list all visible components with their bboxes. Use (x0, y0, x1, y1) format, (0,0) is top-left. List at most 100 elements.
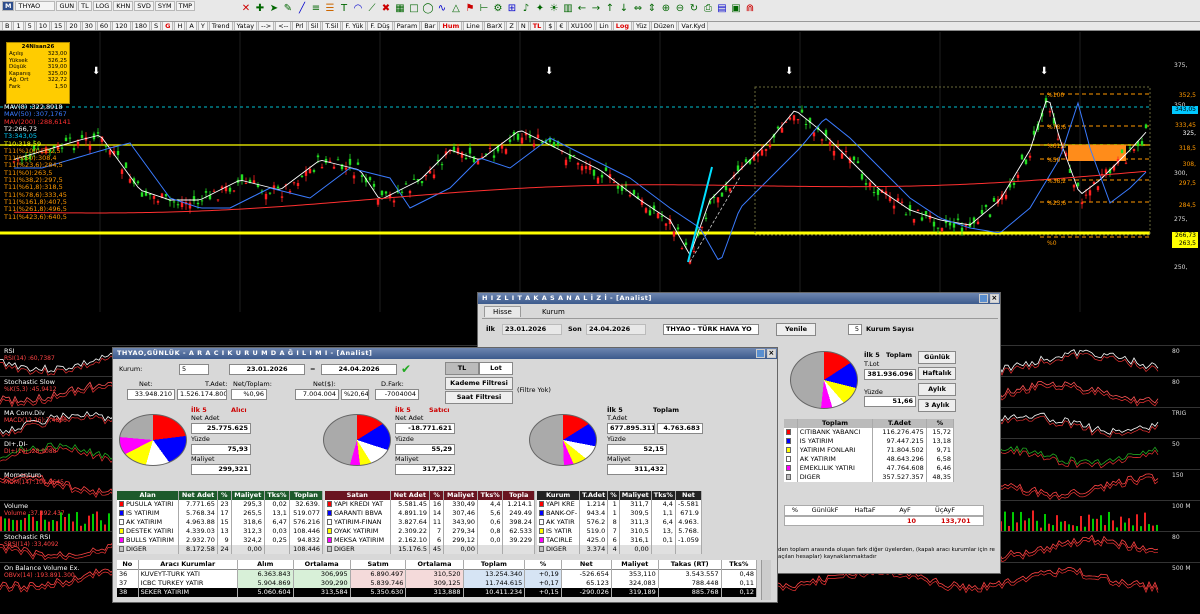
tab-hisse[interactable]: Hisse (484, 306, 521, 317)
start-date-field[interactable]: 23.01.2026 (502, 324, 562, 335)
table-row[interactable]: YAPI KREDI YAT 5.581.45 16 330,49 4,4 1.214.1 (325, 500, 535, 509)
tool-button-11[interactable]: Hum (439, 22, 463, 30)
broker-count-field[interactable]: 5 (848, 324, 862, 335)
layout-icon[interactable]: ▥ (562, 3, 574, 15)
broker-list-col[interactable]: Alım (237, 560, 294, 570)
tool-button-17[interactable]: $ (545, 22, 556, 30)
broker-list-col[interactable]: % (524, 560, 562, 570)
up-arrow-icon[interactable]: ↑ (604, 3, 616, 15)
cursor-icon[interactable]: ➤ (268, 3, 280, 15)
bell-icon[interactable]: ♪ (520, 3, 532, 15)
wave-icon[interactable]: ∿ (436, 3, 448, 15)
down-arrow-icon[interactable]: ↓ (618, 3, 630, 15)
table-row[interactable]: CITIBANK YABANCI 116.276.475 15,72 (784, 428, 955, 437)
apply-check-icon[interactable]: ✔ (401, 362, 411, 376)
tool-button-15[interactable]: N (517, 22, 529, 30)
table-row[interactable]: BANK-OF- 943.4 1 309,5 1,1 671.9 (537, 509, 702, 518)
kurum-count-field[interactable]: 5 (179, 364, 209, 375)
toolbar-button-gun[interactable]: GUN (56, 1, 78, 11)
ruler-icon[interactable]: ⊢ (478, 3, 490, 15)
broker-list-col[interactable]: Ortalama (405, 560, 464, 570)
tool-button-22[interactable]: Yüz (633, 22, 650, 30)
triangle-icon[interactable]: △ (450, 3, 462, 15)
right-arrow-icon[interactable]: → (590, 3, 602, 15)
grid-icon[interactable]: ▦ (394, 3, 406, 15)
broker-list-row[interactable]: 36 KUVEYT-TURK YATI 6.363.843 306,995 6.890.… (117, 569, 758, 579)
flag-icon[interactable]: ⚑ (464, 3, 476, 15)
broker-list-col[interactable]: Aracı Kurumlar (138, 560, 238, 570)
broker-list-col[interactable]: Net (561, 560, 612, 570)
table-row[interactable]: TACIRLE 425.0 6 316,1 0,1 -1.059 (537, 536, 702, 545)
zoom-out-icon[interactable]: ⊖ (674, 3, 686, 15)
table-row[interactable]: YATIRIM FONLARI 71.804.502 9,71 (784, 446, 955, 455)
zoom-in-icon[interactable]: ⊕ (660, 3, 672, 15)
channel-icon[interactable]: ≡ (310, 3, 322, 15)
table-row[interactable]: IS YATIRIM 5.768.34 17 265,5 13,1 519.077 (117, 509, 324, 518)
period-5[interactable]: 5 (24, 22, 35, 30)
broker-list-col[interactable]: Tks% (721, 560, 758, 570)
line-icon[interactable]: ╱ (296, 3, 308, 15)
table-row[interactable]: DESTEK YATIRI 4.339.03 13 312,3 0,03 108.446 (117, 527, 324, 536)
expand-icon[interactable]: ⇔ (632, 3, 644, 15)
save-icon[interactable]: ▣ (730, 3, 742, 15)
tab-kurum[interactable]: Kurum (534, 307, 573, 317)
tool-button-16[interactable]: TL (529, 22, 545, 30)
table-row[interactable]: PUSULA YATIRI 7.771.65 23 295,3 0,02 32.639. (117, 500, 324, 509)
table-row[interactable]: AK YATIR 576.2 8 311,3 6,4 4.963. (537, 518, 702, 527)
zoom-icon[interactable]: ✕ (240, 3, 252, 15)
tool-button-0[interactable]: Trend (208, 22, 233, 30)
broker-list-row[interactable]: 38 SEKER YATIRIM 5.060.604 313,584 5.350.630… (117, 588, 758, 597)
lock-icon[interactable]: ⊞ (506, 3, 518, 15)
broker-list-col[interactable]: Takas (RT) (658, 560, 722, 570)
broker-list-col[interactable]: Maliyet (611, 560, 659, 570)
end-date-field[interactable]: 24.04.2026 (321, 364, 397, 375)
period-1[interactable]: 1 (13, 22, 24, 30)
pencil-icon[interactable]: ✎ (282, 3, 294, 15)
ellipse-icon[interactable]: ◯ (422, 3, 434, 15)
help-icon[interactable] (756, 349, 765, 358)
period-180[interactable]: 180 (131, 22, 150, 30)
toolbar-button-sym[interactable]: SYM (154, 1, 175, 11)
chart-icon[interactable]: ▤ (716, 3, 728, 15)
tool-button-23[interactable]: Düzen (650, 22, 678, 30)
tool-button-3[interactable]: <-- (275, 22, 292, 30)
toolbar-button-log[interactable]: LOG (92, 1, 113, 11)
menu-button[interactable]: M (2, 1, 15, 11)
tool-button-9[interactable]: Param (393, 22, 421, 30)
tool-button-18[interactable]: € (556, 22, 567, 30)
square-icon[interactable]: □ (408, 3, 420, 15)
arc-icon[interactable]: ◠ (352, 3, 364, 15)
tool-button-13[interactable]: BarX (483, 22, 506, 30)
print-icon[interactable]: ⎙ (702, 3, 714, 15)
period-10[interactable]: 10 (35, 22, 51, 30)
table-row[interactable]: GARANTI BBVA 4.891.19 14 307,46 5,6 249.49 (325, 509, 535, 518)
tool-button-19[interactable]: XU100 (567, 22, 596, 30)
broker-list-col[interactable]: No (117, 560, 139, 570)
period-b[interactable]: B (2, 22, 13, 30)
table-row[interactable]: DIGER 357.527.357 48,35 (784, 473, 955, 482)
period-h[interactable]: H (174, 22, 186, 30)
tool-button-6[interactable]: T.Sil (322, 22, 342, 30)
sun-icon[interactable]: ☀ (548, 3, 560, 15)
toolbar-button-tl[interactable]: TL (78, 1, 92, 11)
tool-button-24[interactable]: Var.Kyd (678, 22, 709, 30)
broker-list-row[interactable]: 37 ICBC TURKEY YATIR 5.904.869 309,290 5.839… (117, 579, 758, 588)
start-date-field[interactable]: 23.01.2026 (229, 364, 305, 375)
settings-icon[interactable]: ⚙ (492, 3, 504, 15)
tl-toggle[interactable]: TL (445, 362, 479, 375)
tool-button-7[interactable]: F. Yük (342, 22, 367, 30)
broker-list-col[interactable]: Ortalama (293, 560, 351, 570)
toolbar-button-svd[interactable]: SVD (134, 1, 154, 11)
star-icon[interactable]: ✦ (534, 3, 546, 15)
daily-button[interactable]: Günlük (918, 351, 956, 364)
text-icon[interactable]: T (338, 3, 350, 15)
tool-button-1[interactable]: Yatay (233, 22, 258, 30)
toolbar-button-tmp[interactable]: TMP (175, 1, 196, 11)
table-row[interactable]: DIGER 15.176.5 45 0,00 (325, 545, 535, 554)
close-icon[interactable]: × (767, 349, 776, 358)
lot-toggle[interactable]: Lot (479, 362, 513, 375)
tool-button-8[interactable]: F. Düş (367, 22, 393, 30)
broker-list-col[interactable]: Satım (350, 560, 407, 570)
hour-filter-button[interactable]: Saat Filtresi (445, 391, 513, 404)
table-row[interactable]: EMEKLILIK YATIRI 47.764.608 6,46 (784, 464, 955, 473)
